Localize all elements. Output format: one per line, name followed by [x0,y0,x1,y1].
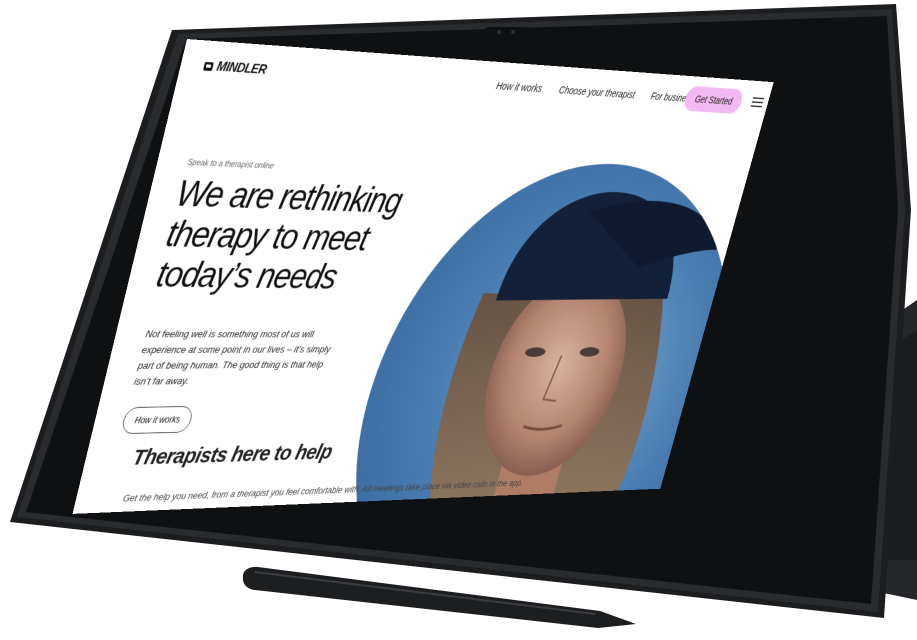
stylus-pen [242,566,636,628]
product-mockup: MINDLER How it works Choose your therapi… [0,0,917,640]
